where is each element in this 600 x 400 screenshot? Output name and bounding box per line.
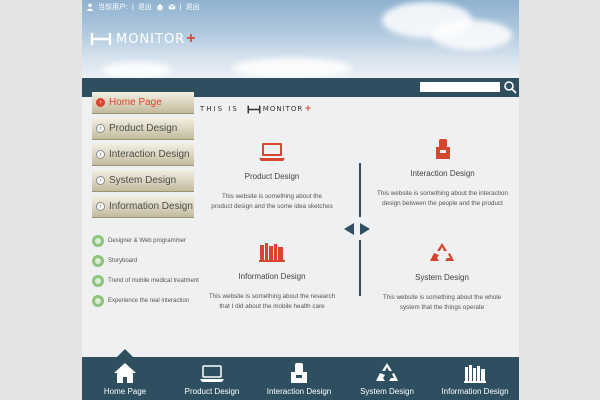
feature-desc-line: This website is something about the inte… (377, 190, 508, 197)
search-icon[interactable] (503, 79, 517, 95)
bottom-nav-product-design[interactable]: Product Design (170, 361, 254, 396)
feature-product-design[interactable]: Product Design This website is something… (192, 140, 352, 212)
sidebar-item-information-design[interactable]: › Information Design (92, 196, 194, 218)
bottom-nav-interaction-design[interactable]: Interaction Design (257, 361, 341, 396)
hand-icon (92, 295, 104, 307)
logo-plus: + (186, 30, 196, 47)
bottom-nav-label: Home Page (103, 387, 147, 396)
feature-desc-line: This website is something about the rese… (208, 293, 336, 300)
sidebar-item-interaction-design[interactable]: › Interaction Design (92, 144, 194, 166)
logout-link[interactable]: 退出 (186, 2, 200, 12)
bottom-nav-label: Interaction Design (266, 387, 332, 396)
divider (359, 240, 361, 296)
bottom-nav-information-design[interactable]: Information Design (433, 361, 517, 396)
header-banner: 当前用户: | 退出 | 退出 MONITOR + (82, 0, 519, 78)
sidebar-item-label: Home Page (109, 97, 162, 108)
sidebar-item-label: Product Design (109, 123, 178, 134)
sidebar-item-label: Information Design (109, 201, 193, 212)
bottom-nav-label: Information Design (441, 387, 509, 396)
arrow-left-icon[interactable] (344, 223, 354, 235)
hand-box-icon (291, 363, 307, 383)
top-utility-bar: 当前用户: | 退出 | 退出 (86, 2, 200, 12)
chevron-right-icon: › (96, 124, 105, 133)
logo-mark-icon (90, 33, 112, 45)
hand-box-icon (435, 139, 450, 159)
books-icon (464, 365, 486, 383)
sidebar-item-product-design[interactable]: › Product Design (92, 118, 194, 140)
bottom-nav-label: System Design (360, 387, 414, 396)
bottom-nav-system-design[interactable]: System Design (345, 361, 429, 396)
sidebar-link-experience[interactable]: Experience the real interaction (92, 291, 207, 311)
feature-title: Product Design (244, 172, 300, 181)
heading-logo-plus: + (304, 104, 314, 114)
sidebar-item-label: System Design (109, 175, 177, 186)
feature-desc-line: product design and the some idea sketche… (211, 203, 333, 210)
feature-desc-line: design between the people and the produc… (382, 200, 503, 207)
home-icon (114, 363, 136, 383)
chevron-right-icon: › (96, 176, 105, 185)
carousel-arrows (344, 223, 370, 235)
sidebar-link-storyboard[interactable]: Storyboard (92, 251, 207, 271)
sidebar-item-system-design[interactable]: › System Design (92, 170, 194, 192)
sidebar-menu: › Home Page › Product Design › Interacti… (92, 92, 194, 222)
current-user-label: 当前用户: (98, 4, 128, 11)
feature-title: Information Design (238, 272, 306, 281)
sidebar-link-trend[interactable]: Trend of mobile medical treatment (92, 271, 207, 291)
sidebar-item-home-page[interactable]: › Home Page (92, 92, 194, 114)
active-pointer (117, 349, 133, 357)
logo-mark-icon (247, 105, 261, 113)
phone-icon (92, 275, 104, 287)
divider (359, 163, 361, 217)
storyboard-icon (92, 255, 104, 267)
exit-link[interactable]: 退出 (138, 2, 152, 12)
arrow-right-icon[interactable] (360, 223, 370, 235)
bottom-nav-home-page[interactable]: Home Page (83, 361, 167, 396)
separator: | (179, 3, 182, 11)
chevron-right-icon: › (96, 202, 105, 211)
person-icon (92, 235, 104, 247)
user-icon (86, 3, 94, 11)
sidebar-link-designer[interactable]: Designer & Web programmer (92, 231, 207, 251)
separator: | (131, 3, 134, 11)
feature-title: Interaction Design (410, 169, 475, 178)
feature-desc-line: that I did about the mobile health care (219, 303, 325, 310)
sidebar-link-label: Trend of mobile medical treatment (108, 278, 199, 284)
site-logo[interactable]: MONITOR + (90, 31, 196, 47)
feature-title: System Design (415, 273, 469, 282)
chevron-right-icon: › (96, 98, 105, 107)
sidebar-links: Designer & Web programmer Storyboard Tre… (92, 231, 207, 311)
logo-text: MONITOR (116, 31, 186, 47)
main-heading: THIS IS MONITOR + (200, 104, 314, 114)
recycle-icon (376, 363, 398, 381)
laptop-icon (200, 365, 224, 382)
mail-icon[interactable] (168, 3, 176, 11)
books-icon (259, 243, 285, 262)
heading-logo-text: MONITOR (262, 105, 304, 113)
search-input[interactable] (420, 82, 500, 92)
feature-system-design[interactable]: System Design This website is something … (362, 241, 519, 313)
feature-desc-line: This website is something about the whol… (382, 294, 502, 301)
sidebar-link-label: Designer & Web programmer (108, 238, 186, 244)
feature-information-design[interactable]: Information Design This website is somet… (192, 240, 352, 312)
heading-text: THIS IS (200, 105, 239, 113)
sidebar-link-label: Experience the real interaction (108, 298, 190, 304)
home-icon[interactable] (156, 3, 164, 11)
feature-desc-line: system that the things operate (399, 304, 485, 311)
chevron-right-icon: › (96, 150, 105, 159)
feature-interaction-design[interactable]: Interaction Design This website is somet… (360, 137, 519, 209)
recycle-icon (430, 243, 454, 261)
sidebar-link-label: Storyboard (108, 258, 138, 264)
page: 当前用户: | 退出 | 退出 MONITOR + › Home Page › … (82, 0, 519, 400)
bottom-nav-label: Product Design (184, 387, 240, 396)
sidebar-item-label: Interaction Design (109, 149, 190, 160)
feature-desc-line: This website is something about the (221, 193, 323, 200)
laptop-icon (259, 143, 285, 161)
